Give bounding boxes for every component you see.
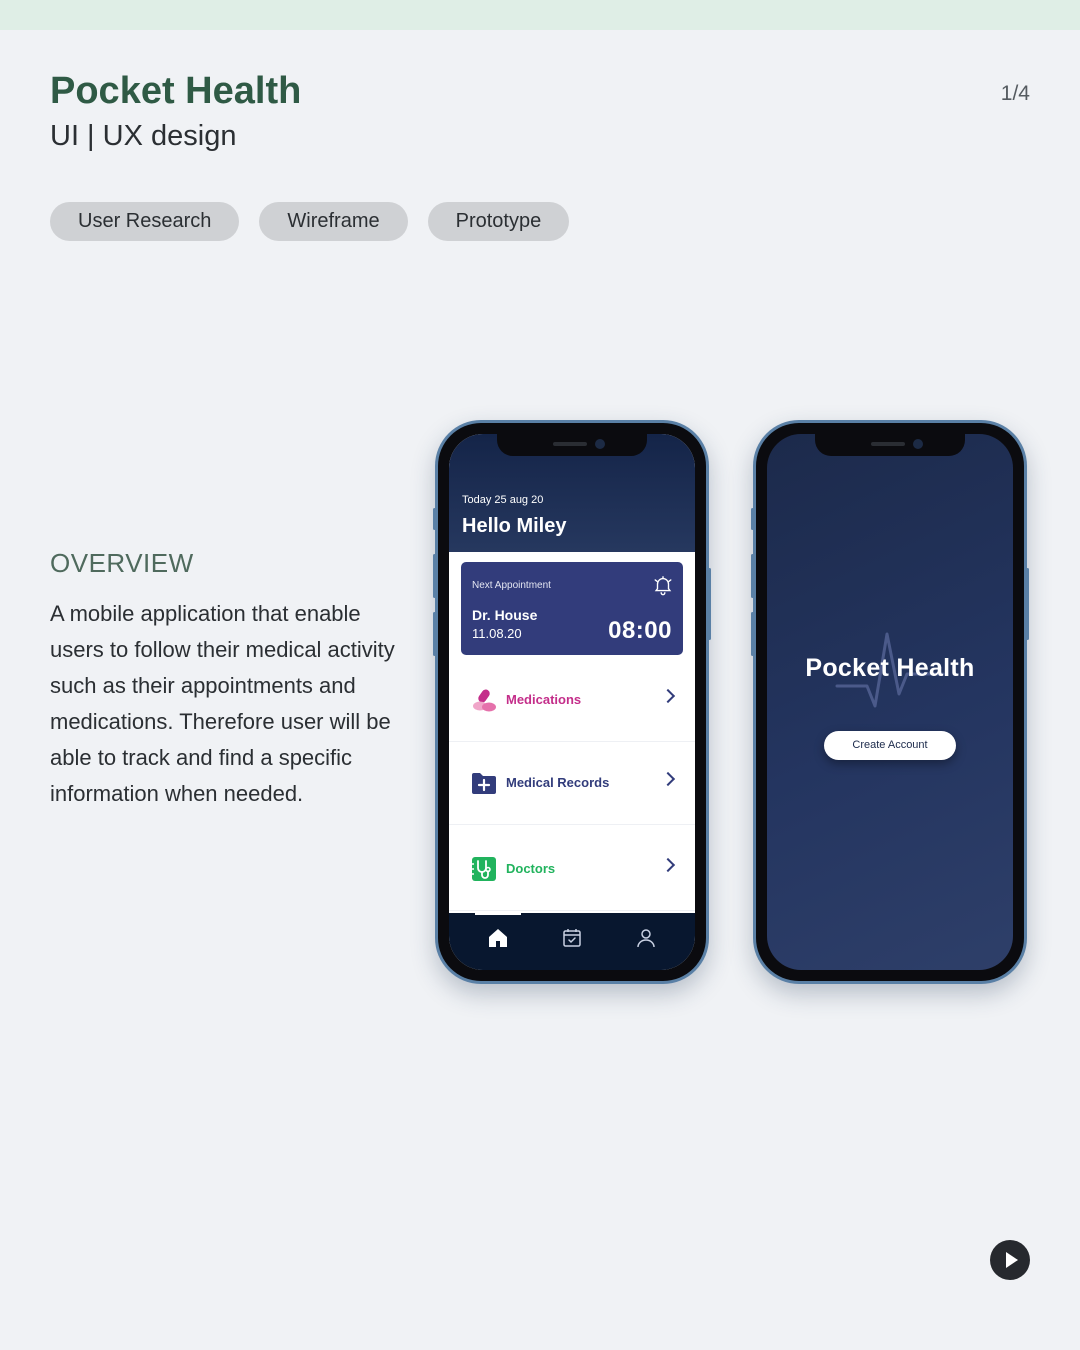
bell-icon[interactable] <box>652 574 674 596</box>
tag-list: User Research Wireframe Prototype <box>50 202 570 241</box>
pills-icon <box>473 689 496 712</box>
power-button <box>1026 568 1029 640</box>
play-icon <box>1006 1252 1018 1268</box>
doctors-label: Doctors <box>506 861 556 876</box>
top-accent-bar <box>0 0 1080 30</box>
phone-notch <box>497 434 647 456</box>
greeting: Hello Miley <box>462 515 567 537</box>
mute-switch <box>751 508 754 530</box>
chevron-right-icon <box>660 688 676 704</box>
bottom-nav <box>449 913 695 970</box>
appointment-time: 08:00 <box>608 617 672 644</box>
medications-label: Medications <box>506 692 582 707</box>
volume-up-button <box>751 554 754 598</box>
overview-heading: OVERVIEW <box>50 548 194 578</box>
folder-plus-icon <box>472 773 496 794</box>
calendar-icon[interactable] <box>560 926 584 950</box>
profile-icon[interactable] <box>634 926 658 950</box>
splash-title: Pocket Health <box>805 654 975 682</box>
phone-mockup-home: Today 25 aug 20 Hello Miley Next Appoint… <box>433 420 711 984</box>
today-date: Today 25 aug 20 <box>462 494 544 506</box>
home-screen: Today 25 aug 20 Hello Miley Next Appoint… <box>449 434 695 970</box>
appointment-doctor: Dr. House <box>472 607 538 623</box>
volume-down-button <box>751 612 754 656</box>
next-appointment-card[interactable]: Next Appointment Dr. House 11.08.20 08:0… <box>461 562 683 655</box>
overview-text: A mobile application that enable users t… <box>50 601 395 806</box>
nav-active-indicator <box>475 913 521 915</box>
page-indicator: 1/4 <box>1000 82 1030 105</box>
mute-switch <box>433 508 436 530</box>
menu-item-medications[interactable]: Medications <box>449 659 695 742</box>
menu-item-medical-records[interactable]: Medical Records <box>449 742 695 825</box>
phone-notch <box>815 434 965 456</box>
page-subtitle: UI | UX design <box>50 120 237 152</box>
tag-wireframe[interactable]: Wireframe <box>259 202 408 241</box>
tag-prototype[interactable]: Prototype <box>427 202 570 241</box>
create-account-button[interactable]: Create Account <box>824 731 956 760</box>
page-title: Pocket Health <box>50 70 302 112</box>
appointment-date: 11.08.20 <box>472 626 522 641</box>
medical-records-label: Medical Records <box>506 775 610 790</box>
volume-down-button <box>433 612 436 656</box>
home-icon[interactable] <box>486 926 510 950</box>
chevron-right-icon <box>660 857 676 873</box>
stethoscope-icon <box>472 857 496 881</box>
appointment-label: Next Appointment <box>472 580 551 591</box>
play-button[interactable] <box>990 1240 1030 1280</box>
menu-item-doctors[interactable]: Doctors <box>449 828 695 911</box>
phone-mockup-splash: Pocket Health Create Account <box>751 420 1029 984</box>
chevron-right-icon <box>660 771 676 787</box>
tag-user-research[interactable]: User Research <box>50 202 240 241</box>
volume-up-button <box>433 554 436 598</box>
splash-screen: Pocket Health Create Account <box>767 434 1013 970</box>
power-button <box>708 568 711 640</box>
